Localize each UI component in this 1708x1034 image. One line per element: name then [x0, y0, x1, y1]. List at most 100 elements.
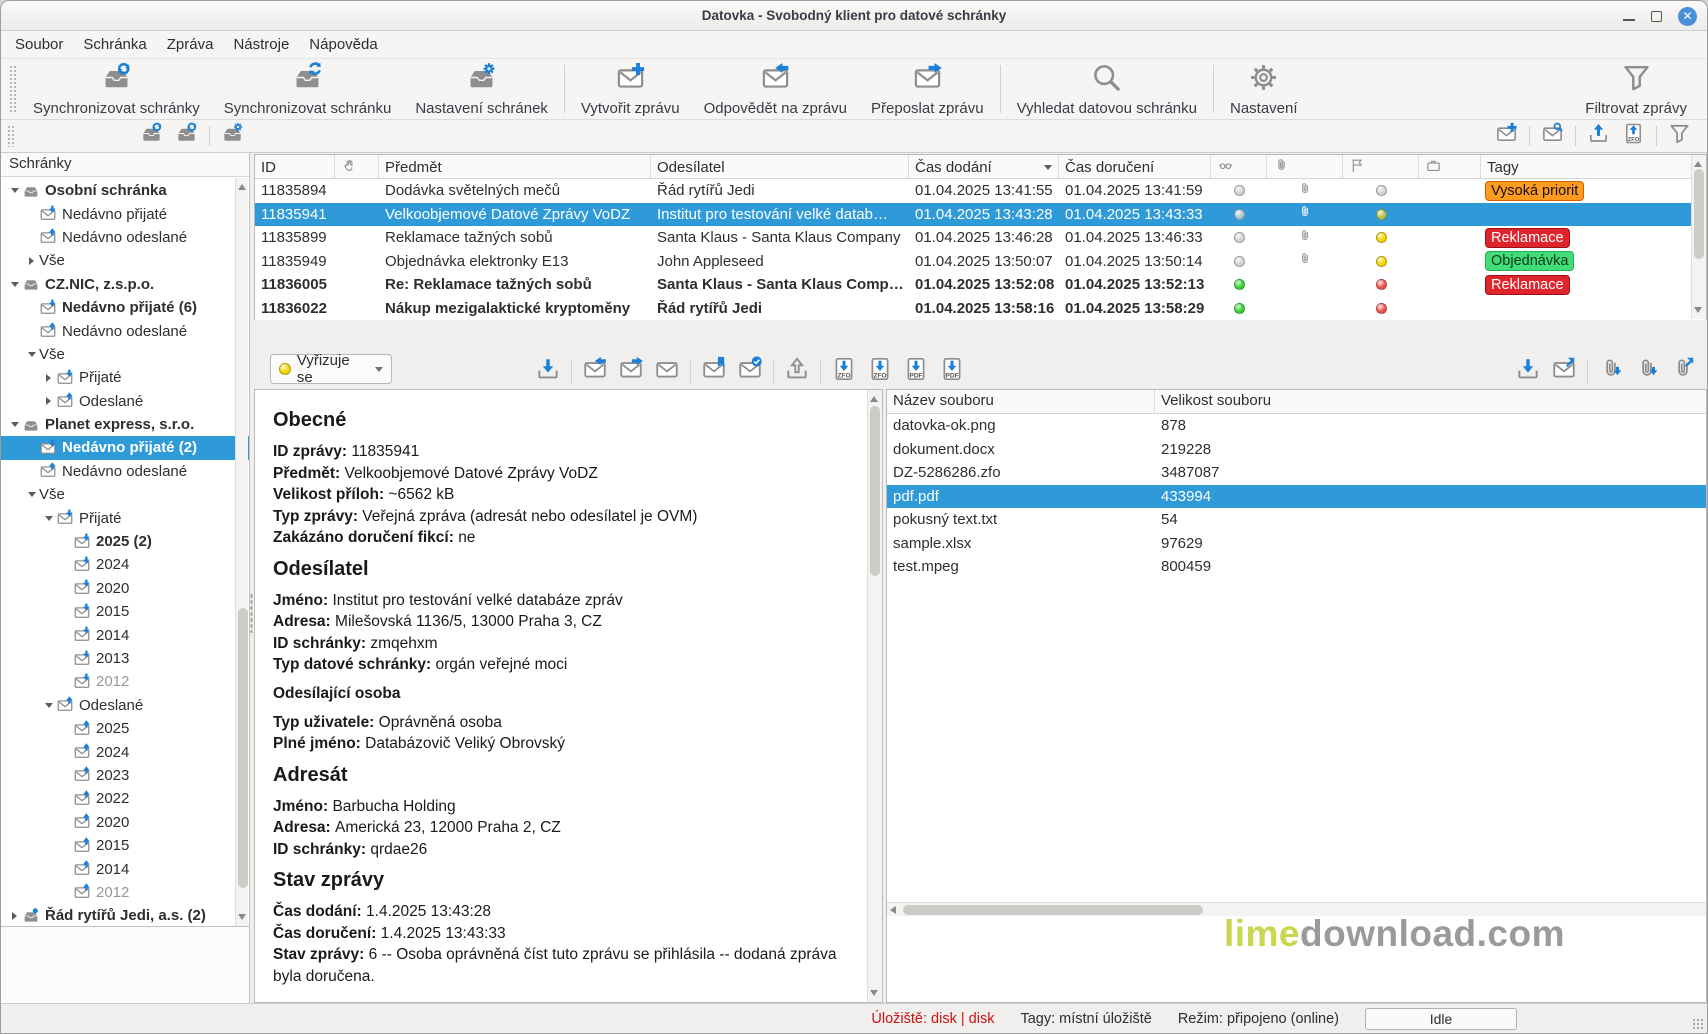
minimize-button[interactable]: [1623, 19, 1635, 21]
attachment-row[interactable]: dokument.docx219228: [887, 438, 1706, 462]
process-state-dropdown[interactable]: Vyřizuje se: [270, 354, 392, 384]
tree-item[interactable]: CZ.NIC, z.s.p.o.: [1, 273, 249, 296]
message-row[interactable]: 11835899Reklamace tažných sobůSanta Klau…: [255, 226, 1706, 250]
message-row[interactable]: 11836005Re: Reklamace tažných sobůSanta …: [255, 273, 1706, 297]
attachment-row[interactable]: DZ-5286286.zfo3487087: [887, 461, 1706, 485]
chevron-collapsed-icon[interactable]: [41, 397, 56, 405]
scroll-down-icon[interactable]: [238, 914, 246, 923]
tree-item[interactable]: Přijaté: [1, 366, 249, 389]
column-header-Čas doručení[interactable]: Čas doručení: [1059, 155, 1211, 178]
scroll-up-icon[interactable]: [1694, 158, 1702, 167]
scroll-down-icon[interactable]: [1694, 307, 1702, 316]
chevron-expanded-icon[interactable]: [7, 422, 22, 427]
attachment-row[interactable]: test.mpeg800459: [887, 555, 1706, 579]
column-header-ID[interactable]: ID: [255, 155, 335, 178]
scrollbar-thumb[interactable]: [238, 608, 248, 888]
chevron-expanded-icon[interactable]: [41, 516, 56, 521]
attachment-row[interactable]: pokusný text.txt54: [887, 508, 1706, 532]
splitter-handle[interactable]: [250, 153, 253, 1003]
chevron-collapsed-icon[interactable]: [41, 374, 56, 382]
tree-item[interactable]: Nedávno odeslané: [1, 226, 249, 249]
settings-button[interactable]: Nastavení: [1218, 59, 1310, 119]
export-pdf-button[interactable]: PDF: [898, 355, 934, 388]
chevron-expanded-icon[interactable]: [7, 282, 22, 287]
chevron-expanded-icon[interactable]: [24, 352, 39, 357]
filter-messages-button[interactable]: Filtrovat zprávy: [1573, 59, 1699, 119]
open-message-button[interactable]: [1546, 355, 1582, 388]
tree-item[interactable]: 2025 (2): [1, 530, 249, 553]
column-header-briefcase-icon[interactable]: [1419, 155, 1481, 178]
reply-button[interactable]: [577, 355, 613, 388]
column-header-paperclip-icon[interactable]: [1267, 155, 1343, 178]
column-header-glasses-icon[interactable]: [1211, 155, 1267, 178]
chevron-expanded-icon[interactable]: [7, 188, 22, 193]
export-zfo-button[interactable]: ZFO: [826, 355, 862, 388]
tree-item[interactable]: 2025: [1, 717, 249, 740]
save-attachment-button[interactable]: [1510, 355, 1546, 388]
menu-napoveda[interactable]: Nápověda: [299, 33, 387, 56]
chevron-collapsed-icon[interactable]: [7, 912, 22, 920]
filter-small-button[interactable]: [1662, 120, 1697, 152]
sync-mailboxes-small-button[interactable]: [134, 120, 169, 152]
forward-button[interactable]: [613, 355, 649, 388]
mailbox-settings-button[interactable]: Nastavení schránek: [403, 59, 560, 119]
create-message-button[interactable]: Vytvořit zprávu: [569, 59, 692, 119]
tree-item[interactable]: Planet express, s.r.o.: [1, 413, 249, 436]
tree-item[interactable]: Řád rytířů Jedi, a.s. (2): [1, 904, 249, 926]
menu-schranka[interactable]: Schránka: [73, 33, 156, 56]
sync-mailbox-small-button[interactable]: [169, 120, 204, 152]
tree-item[interactable]: 2013: [1, 647, 249, 670]
column-header-flag-icon[interactable]: [1343, 155, 1419, 178]
verify-signature-button[interactable]: [696, 355, 732, 388]
clip-open-button[interactable]: [1665, 355, 1701, 388]
tree-item[interactable]: 2012: [1, 670, 249, 693]
tree-item[interactable]: Vše: [1, 249, 249, 272]
column-header-Odesílatel[interactable]: Odesílatel: [651, 155, 909, 178]
column-header-Čas dodání[interactable]: Čas dodání: [909, 155, 1059, 178]
sync-mailboxes-button[interactable]: Synchronizovat schránky: [21, 59, 212, 119]
tree-item[interactable]: 2012: [1, 881, 249, 904]
tree-item[interactable]: Vše: [1, 483, 249, 506]
attachment-hscrollbar[interactable]: [887, 902, 1706, 916]
message-list-scrollbar[interactable]: [1691, 155, 1706, 319]
tree-item[interactable]: Přijaté: [1, 506, 249, 529]
tree-item[interactable]: 2020: [1, 811, 249, 834]
column-header-filename[interactable]: Název souboru: [887, 390, 1155, 413]
tree-item[interactable]: Nedávno odeslané: [1, 460, 249, 483]
scroll-up-icon[interactable]: [238, 181, 246, 190]
column-header-Předmět[interactable]: Předmět: [379, 155, 651, 178]
export-delivery-zfo-button[interactable]: ZFO: [862, 355, 898, 388]
upload-records-button[interactable]: [779, 355, 815, 388]
import-zfo-button[interactable]: ZFO: [1616, 120, 1651, 152]
tree-item[interactable]: Nedávno odeslané: [1, 319, 249, 342]
template-envelope-button[interactable]: [649, 355, 685, 388]
resize-grip[interactable]: [1692, 1018, 1704, 1030]
attachment-row[interactable]: sample.xlsx97629: [887, 532, 1706, 556]
scrollbar-thumb[interactable]: [903, 905, 1203, 915]
attachment-row[interactable]: pdf.pdf433994: [887, 485, 1706, 509]
tree-item[interactable]: 2015: [1, 600, 249, 623]
import-message-button[interactable]: [1581, 120, 1616, 152]
tree-item[interactable]: 2020: [1, 577, 249, 600]
reply-message-button[interactable]: Odpovědět na zprávu: [692, 59, 859, 119]
chevron-expanded-icon[interactable]: [24, 492, 39, 497]
attachment-row[interactable]: datovka-ok.png878: [887, 414, 1706, 438]
message-row[interactable]: 11835894Dodávka světelných mečůŘád rytíř…: [255, 179, 1706, 203]
tree-item[interactable]: Osobní schránka: [1, 179, 249, 202]
authenticate-message-button[interactable]: [732, 355, 768, 388]
tree-item[interactable]: Odeslané: [1, 390, 249, 413]
chevron-expanded-icon[interactable]: [41, 703, 56, 708]
chevron-collapsed-icon[interactable]: [24, 257, 39, 265]
toolbar2-drag-handle[interactable]: [7, 125, 14, 147]
detail-scrollbar[interactable]: [867, 390, 882, 1002]
sync-mailbox-button[interactable]: Synchronizovat schránku: [212, 59, 404, 119]
tree-item[interactable]: Nedávno přijaté (2): [1, 436, 249, 459]
column-header-hand-icon[interactable]: [335, 155, 379, 178]
clip-save-all-button[interactable]: [1629, 355, 1665, 388]
scrollbar-thumb[interactable]: [870, 406, 880, 576]
mailbox-settings-small-button[interactable]: [215, 120, 250, 152]
scrollbar-thumb[interactable]: [1694, 169, 1704, 259]
tree-item[interactable]: Nedávno přijaté (6): [1, 296, 249, 319]
tree-item[interactable]: Odeslané: [1, 694, 249, 717]
export-delivery-pdf-button[interactable]: PDF: [934, 355, 970, 388]
